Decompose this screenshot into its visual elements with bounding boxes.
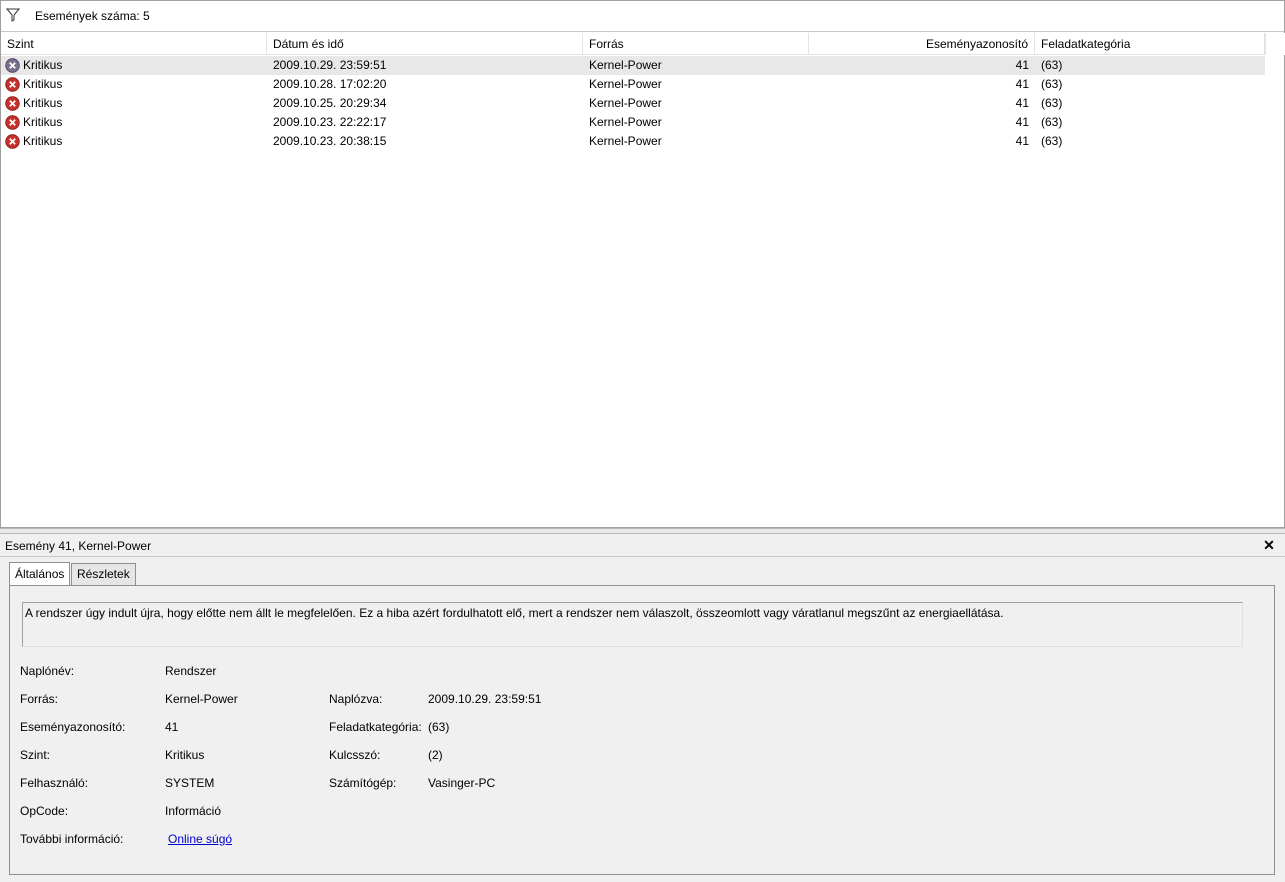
event-description[interactable]: A rendszer úgy indult újra, hogy előtte …: [22, 602, 1243, 647]
row-source: Kernel-Power: [589, 134, 662, 148]
event-count-label: Események száma: 5: [35, 9, 150, 23]
row-task-category: (63): [1041, 115, 1063, 129]
events-pane: Események száma: 5 Szint Dátum és idő Fo…: [0, 0, 1285, 528]
filter-icon[interactable]: [5, 8, 21, 22]
online-help-link[interactable]: Online súgó: [168, 832, 232, 846]
row-level: Kritikus: [23, 96, 63, 110]
table-row[interactable]: Kritikus 2009.10.28. 17:02:20 Kernel-Pow…: [1, 75, 1265, 94]
row-event-id: 41: [1015, 77, 1029, 91]
critical-error-icon: [5, 115, 20, 130]
event-id-label: Eseményazonosító:: [20, 720, 126, 734]
log-name-value: Rendszer: [165, 664, 217, 678]
logged-value: 2009.10.29. 23:59:51: [428, 692, 542, 706]
event-id-value: 41: [165, 720, 179, 734]
opcode-value: Információ: [165, 804, 222, 818]
logged-label: Naplózva:: [329, 692, 383, 706]
row-task-category: (63): [1041, 96, 1063, 110]
critical-error-icon: [5, 58, 20, 73]
grid-header: Szint Dátum és idő Forrás Eseményazonosí…: [1, 33, 1265, 55]
more-info-label: További információ:: [20, 832, 124, 846]
table-row[interactable]: Kritikus 2009.10.29. 23:59:51 Kernel-Pow…: [1, 56, 1265, 75]
event-detail-pane: Esemény 41, Kernel-Power ✕ Általános Rés…: [0, 533, 1285, 882]
critical-error-icon: [5, 77, 20, 92]
column-header-level[interactable]: Szint: [1, 33, 267, 55]
table-row[interactable]: Kritikus 2009.10.23. 20:38:15 Kernel-Pow…: [1, 132, 1265, 151]
row-event-id: 41: [1015, 134, 1029, 148]
column-header-event-id[interactable]: Eseményazonosító: [809, 33, 1035, 55]
row-datetime: 2009.10.23. 22:22:17: [273, 115, 387, 129]
level-value: Kritikus: [165, 748, 205, 762]
keywords-value: (2): [428, 748, 443, 762]
row-task-category: (63): [1041, 58, 1063, 72]
row-datetime: 2009.10.23. 20:38:15: [273, 134, 387, 148]
row-event-id: 41: [1015, 96, 1029, 110]
scrollbar-corner: [1265, 33, 1285, 55]
row-source: Kernel-Power: [589, 58, 662, 72]
divider: [0, 556, 1285, 557]
row-event-id: 41: [1015, 58, 1029, 72]
critical-error-icon: [5, 134, 20, 149]
column-header-datetime[interactable]: Dátum és idő: [267, 33, 583, 55]
column-header-task-category[interactable]: Feladatkategória: [1035, 33, 1265, 55]
detail-title: Esemény 41, Kernel-Power: [5, 539, 152, 553]
row-datetime: 2009.10.28. 17:02:20: [273, 77, 387, 91]
critical-error-icon: [5, 96, 20, 111]
user-value: SYSTEM: [165, 776, 215, 790]
row-level: Kritikus: [23, 115, 63, 129]
close-icon[interactable]: ✕: [1262, 538, 1276, 552]
row-level: Kritikus: [23, 58, 63, 72]
row-task-category: (63): [1041, 134, 1063, 148]
log-name-label: Naplónév:: [20, 664, 75, 678]
user-label: Felhasználó:: [20, 776, 89, 790]
keywords-label: Kulcsszó:: [329, 748, 381, 762]
column-header-source[interactable]: Forrás: [583, 33, 809, 55]
tab-details[interactable]: Részletek: [71, 563, 136, 585]
row-source: Kernel-Power: [589, 77, 662, 91]
task-category-value: (63): [428, 720, 450, 734]
events-grid: Kritikus 2009.10.29. 23:59:51 Kernel-Pow…: [1, 56, 1265, 151]
row-level: Kritikus: [23, 134, 63, 148]
table-row[interactable]: Kritikus 2009.10.23. 22:22:17 Kernel-Pow…: [1, 113, 1265, 132]
computer-value: Vasinger-PC: [428, 776, 496, 790]
computer-label: Számítógép:: [329, 776, 397, 790]
opcode-label: OpCode:: [20, 804, 69, 818]
level-label: Szint:: [20, 748, 51, 762]
source-label: Forrás:: [20, 692, 59, 706]
row-task-category: (63): [1041, 77, 1063, 91]
row-datetime: 2009.10.29. 23:59:51: [273, 58, 387, 72]
general-tab-panel: A rendszer úgy indult újra, hogy előtte …: [9, 585, 1275, 875]
row-source: Kernel-Power: [589, 96, 662, 110]
source-value: Kernel-Power: [165, 692, 238, 706]
tab-general[interactable]: Általános: [9, 562, 71, 585]
filter-bar: Események száma: 5: [1, 1, 1284, 32]
row-datetime: 2009.10.25. 20:29:34: [273, 96, 387, 110]
row-source: Kernel-Power: [589, 115, 662, 129]
row-event-id: 41: [1015, 115, 1029, 129]
row-level: Kritikus: [23, 77, 63, 91]
table-row[interactable]: Kritikus 2009.10.25. 20:29:34 Kernel-Pow…: [1, 94, 1265, 113]
task-category-label: Feladatkategória:: [329, 720, 422, 734]
